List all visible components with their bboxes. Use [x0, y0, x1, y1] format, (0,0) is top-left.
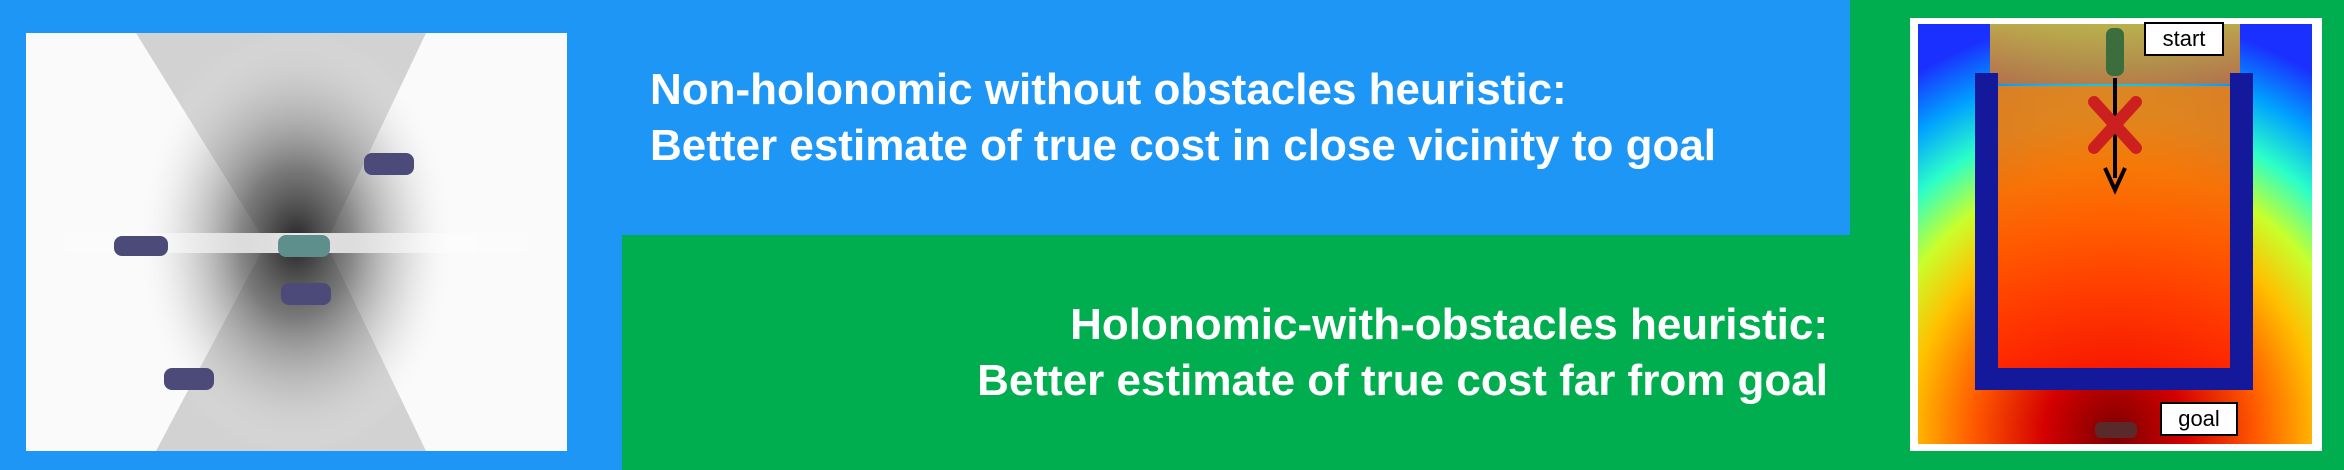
holonomic-line1: Holonomic-with-obstacles heuristic:	[1070, 300, 1828, 349]
heuristic-map-graphic	[26, 33, 567, 451]
nonholonomic-line1: Non-holonomic without obstacles heuristi…	[650, 65, 1567, 114]
holonomic-heuristic-map: start goal	[1910, 18, 2322, 451]
car-left-icon	[114, 236, 168, 256]
cost-map-graphic	[1910, 18, 2322, 451]
car-goal-icon	[278, 235, 330, 257]
nonholonomic-heading: Non-holonomic without obstacles heuristi…	[650, 62, 1716, 174]
car-upper-icon	[364, 153, 414, 175]
nonholonomic-line2: Better estimate of true cost in close vi…	[650, 121, 1717, 170]
nonholonomic-heuristic-map	[26, 33, 567, 451]
start-car-icon	[2106, 28, 2124, 76]
goal-label: goal	[2160, 402, 2238, 436]
holonomic-heading: Holonomic-with-obstacles heuristic: Bett…	[977, 297, 1828, 409]
start-label: start	[2144, 22, 2224, 56]
car-lower-icon	[164, 368, 214, 390]
goal-car-icon	[2095, 422, 2137, 438]
holonomic-line2: Better estimate of true cost far from go…	[977, 356, 1828, 405]
car-center-icon	[281, 283, 331, 305]
